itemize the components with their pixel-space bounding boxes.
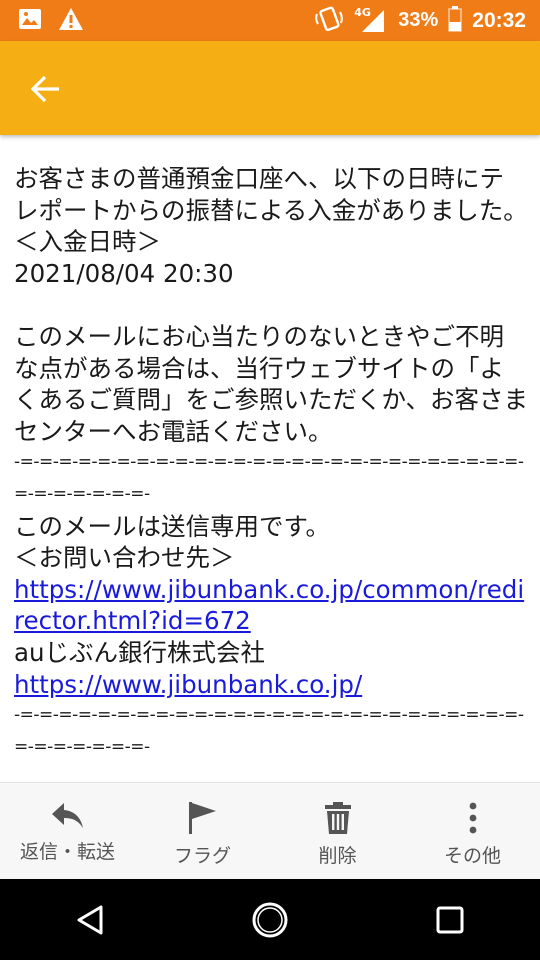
trash-can-icon	[324, 802, 351, 834]
home-circle-icon	[252, 902, 288, 937]
reply-icon	[51, 803, 83, 828]
vibrate-icon	[314, 6, 344, 36]
deposit-label: ＜入金日時＞	[14, 227, 161, 257]
square-recents-icon	[436, 906, 464, 933]
triangle-back-icon	[77, 905, 103, 934]
notice-text: このメールにお心当たりのないときやご不明な点がある場合は、当行ウェブサイトの「よ…	[14, 321, 529, 446]
separator-line: -=-=-=-=-=-=-=-=-=-=-=-=-=-=-=-=-=-=-=-=…	[14, 452, 524, 504]
reply-forward-button[interactable]: 返信・転送	[0, 783, 135, 880]
contact-link[interactable]: https://www.jibunbank.co.jp/common/redir…	[14, 575, 524, 636]
more-button[interactable]: その他	[405, 783, 540, 880]
flag-icon	[188, 802, 216, 834]
company-name: auじぶん銀行株式会社	[14, 637, 266, 667]
delete-button[interactable]: 削除	[270, 783, 405, 880]
arrow-left-icon	[30, 75, 59, 103]
company-link[interactable]: https://www.jibunbank.co.jp/	[14, 670, 362, 699]
signal-icon: 4G	[354, 6, 388, 34]
message-body: お客さまの普通預金口座へ、以下の日時にテレポートからの振替による入金がありました…	[14, 163, 528, 763]
delete-label: 削除	[318, 845, 357, 867]
gallery-notification-icon	[18, 8, 42, 34]
nav-home-button[interactable]	[238, 888, 302, 952]
separator-line: -=-=-=-=-=-=-=-=-=-=-=-=-=-=-=-=-=-=-=-=…	[14, 705, 524, 757]
battery-icon	[448, 5, 463, 36]
app-bar	[0, 41, 540, 135]
send-only-text: このメールは送信専用です。	[14, 511, 331, 541]
clock: 20:32	[472, 8, 526, 32]
vertical-dots-icon	[469, 802, 476, 834]
deposit-datetime: 2021/08/04 20:30	[14, 258, 234, 288]
nav-back-button[interactable]	[58, 888, 122, 952]
status-bar: 4G 33% 20:32	[0, 0, 540, 41]
battery-percent: 33%	[398, 9, 439, 31]
system-nav-bar	[0, 879, 540, 960]
back-button[interactable]	[22, 65, 70, 113]
more-label: その他	[443, 845, 501, 867]
flag-label: フラグ	[173, 845, 231, 867]
intro-text: お客さまの普通預金口座へ、以下の日時にテレポートからの振替による入金がありました…	[14, 164, 528, 225]
flag-button[interactable]: フラグ	[135, 783, 270, 880]
bottom-action-bar: 返信・転送 フラグ 削除 その他	[0, 782, 540, 880]
reply-forward-label: 返信・転送	[19, 841, 115, 863]
contact-label: ＜お問い合わせ先＞	[14, 543, 235, 573]
warning-notification-icon	[58, 7, 84, 35]
nav-recents-button[interactable]	[418, 888, 482, 952]
